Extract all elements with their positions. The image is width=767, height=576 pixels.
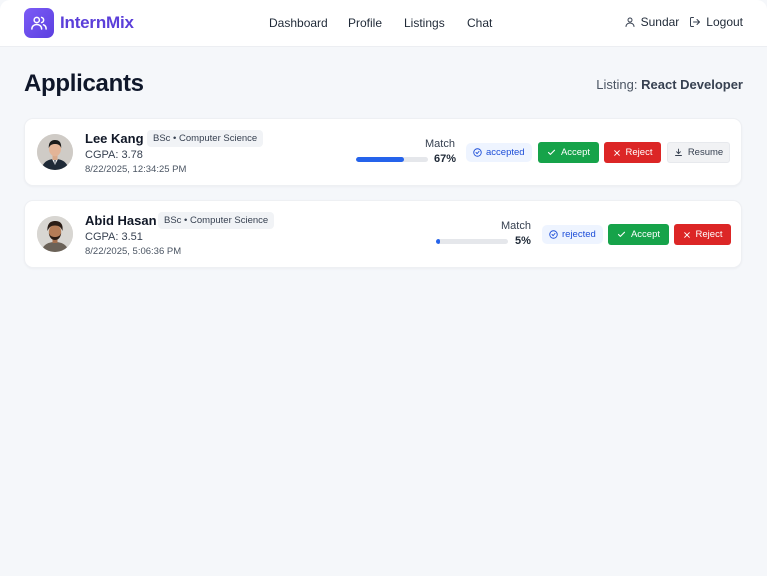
nav-listings[interactable]: Listings: [404, 16, 445, 30]
match-percent: 5%: [515, 235, 531, 247]
user-name: Sundar: [640, 15, 680, 29]
check-icon: [547, 149, 556, 155]
page-title: Applicants: [24, 70, 144, 97]
nav-chat[interactable]: Chat: [467, 16, 492, 30]
reject-button[interactable]: Reject: [604, 142, 661, 163]
nav-profile[interactable]: Profile: [348, 16, 382, 30]
app-frame: InternMix Dashboard Profile Listings Cha…: [0, 0, 767, 576]
status-badge: rejected: [542, 225, 603, 244]
user-menu[interactable]: Sundar: [624, 15, 680, 29]
accept-button[interactable]: Accept: [538, 142, 599, 163]
logout-icon: [690, 17, 701, 27]
download-icon: [674, 148, 682, 156]
applicant-cgpa: CGPA: 3.51: [85, 231, 143, 243]
applied-date: 8/22/2025, 5:06:36 PM: [85, 246, 182, 257]
check-icon: [617, 231, 626, 237]
accept-button[interactable]: Accept: [608, 224, 669, 245]
applicant-card: Lee Kang BSc • Computer Science CGPA: 3.…: [24, 118, 742, 186]
listing-prefix: Listing:: [596, 77, 638, 92]
degree-tag: BSc • Computer Science: [147, 130, 264, 147]
nav-dashboard[interactable]: Dashboard: [269, 16, 328, 30]
reject-label: Reject: [625, 147, 653, 158]
check-circle-icon: [473, 148, 482, 157]
x-icon: [613, 149, 620, 156]
resume-label: Resume: [687, 147, 724, 158]
degree-tag: BSc • Computer Science: [158, 212, 275, 229]
reject-label: Reject: [695, 229, 723, 240]
accept-label: Accept: [630, 229, 661, 240]
avatar: [37, 216, 73, 252]
top-header: InternMix Dashboard Profile Listings Cha…: [0, 0, 767, 47]
x-icon: [683, 231, 690, 238]
user-icon: [625, 17, 635, 27]
accept-label: Accept: [560, 147, 591, 158]
match-progress-fill: [356, 157, 405, 162]
status-text: rejected: [562, 229, 596, 240]
match-progress-bar: [436, 239, 508, 244]
listing-info: Listing: React Developer: [596, 77, 743, 92]
match-progress-fill: [436, 239, 440, 244]
applicant-name: Abid Hasan: [85, 213, 157, 228]
status-badge: accepted: [466, 143, 532, 162]
match-percent: 67%: [434, 153, 457, 165]
match-label: Match: [501, 220, 531, 232]
applicant-card: Abid Hasan BSc • Computer Science CGPA: …: [24, 200, 742, 268]
logout-label: Logout: [706, 15, 743, 29]
applied-date: 8/22/2025, 12:34:25 PM: [85, 164, 187, 175]
applicant-cgpa: CGPA: 3.78: [85, 149, 143, 161]
match-label: Match: [425, 138, 455, 150]
user-area: Sundar Logout: [624, 15, 743, 29]
resume-button[interactable]: Resume: [667, 142, 730, 163]
applicant-name: Lee Kang: [85, 131, 144, 146]
avatar: [37, 134, 73, 170]
logout-button[interactable]: Logout: [689, 15, 743, 29]
match-progress-bar: [356, 157, 428, 162]
check-circle-icon: [549, 230, 558, 239]
listing-name: React Developer: [641, 77, 743, 92]
reject-button[interactable]: Reject: [674, 224, 731, 245]
status-text: accepted: [486, 147, 525, 158]
